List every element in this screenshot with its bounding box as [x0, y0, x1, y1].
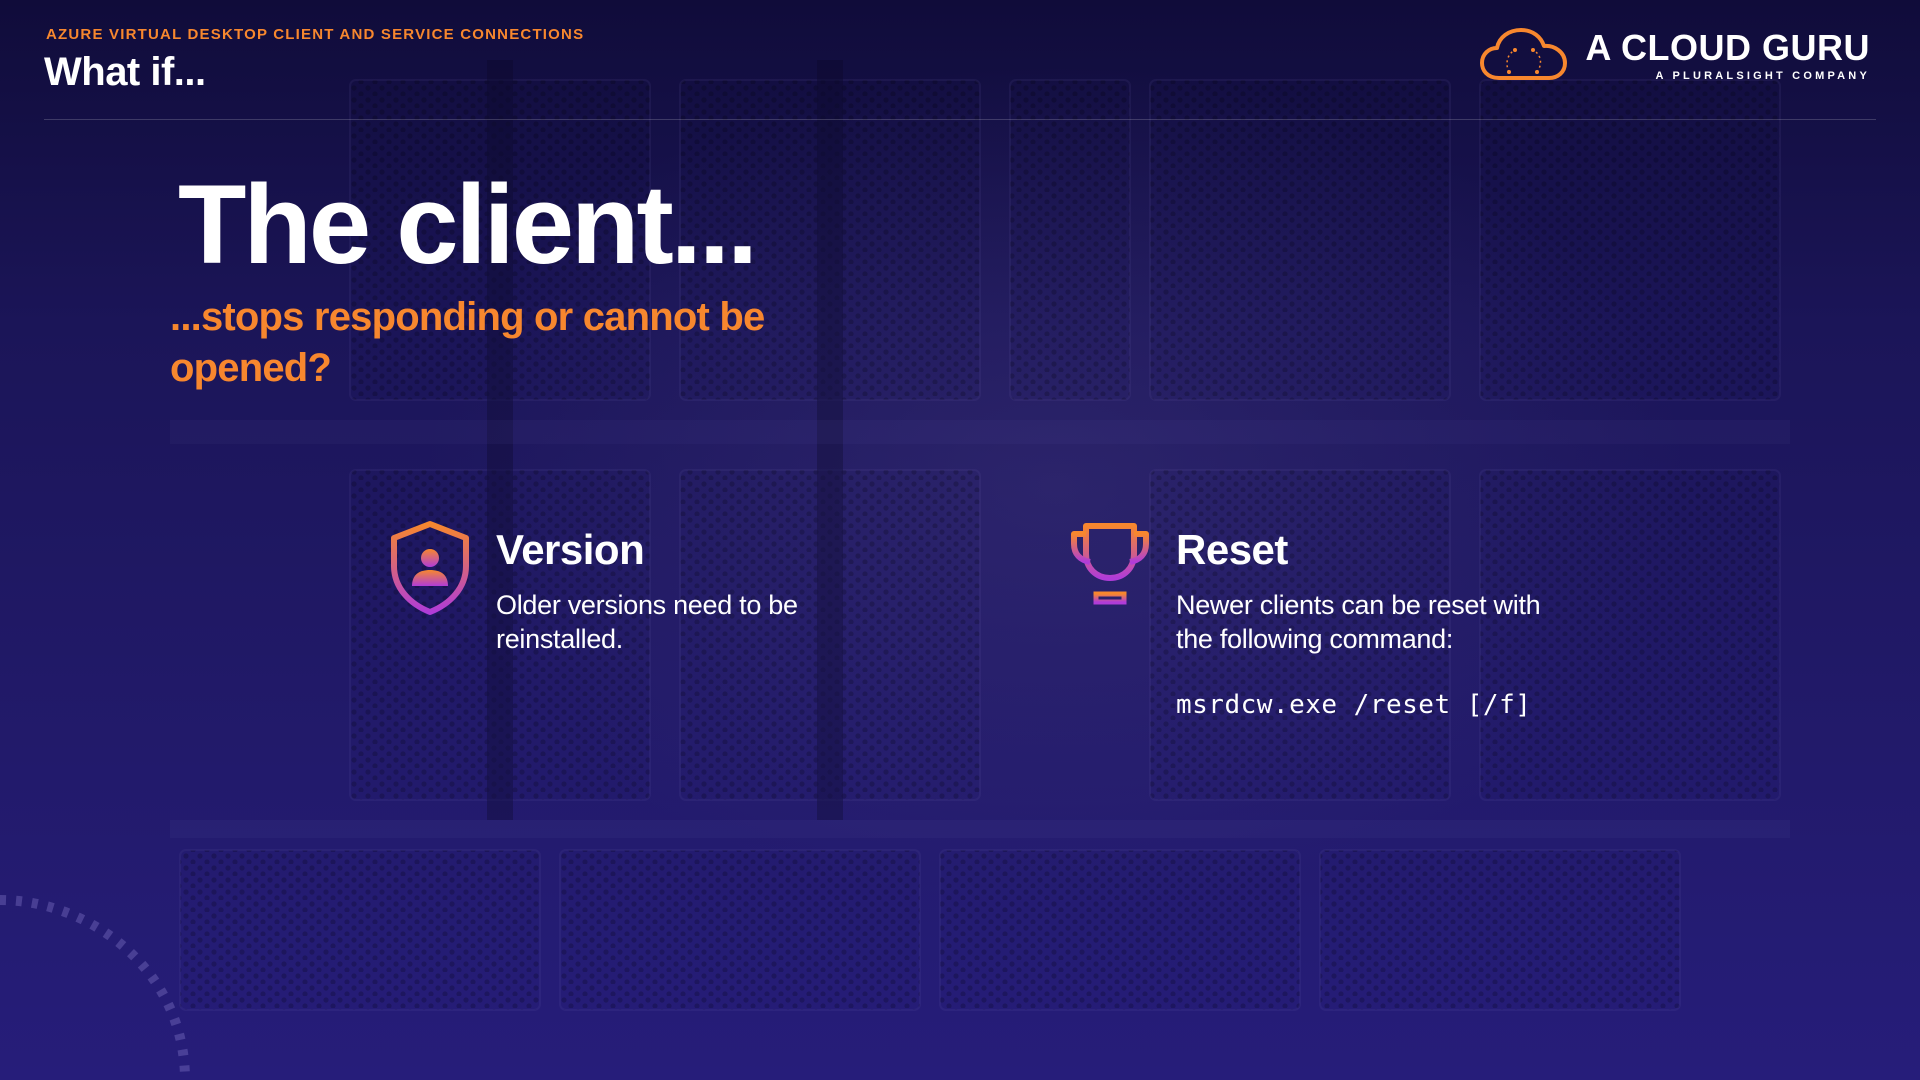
trophy-icon	[1071, 523, 1149, 609]
hero-subtitle: ...stops responding or cannot be opened?	[170, 295, 765, 390]
brand-logo: A CLOUD GURU A PLURALSIGHT COMPANY	[1479, 26, 1870, 84]
version-card-body: Version Older versions need to be reinst…	[496, 520, 896, 656]
cloud-icon	[1480, 28, 1568, 80]
hero-title: The client...	[178, 162, 758, 287]
course-eyebrow: AZURE VIRTUAL DESKTOP CLIENT AND SERVICE…	[46, 26, 585, 43]
reset-card-body: Reset Newer clients can be reset with th…	[1176, 520, 1576, 720]
reset-heading: Reset	[1176, 526, 1288, 573]
shield-user-icon	[391, 521, 469, 615]
slide: AZURE VIRTUAL DESKTOP CLIENT AND SERVICE…	[0, 0, 1920, 1080]
brand-text: A CLOUD GURU A PLURALSIGHT COMPANY	[1585, 27, 1870, 83]
reset-text: Newer clients can be reset with the foll…	[1176, 590, 1541, 654]
brand-name: A CLOUD GURU	[1585, 27, 1870, 68]
version-heading: Version	[496, 526, 645, 573]
version-text: Older versions need to be reinstalled.	[496, 590, 798, 654]
section-title: What if...	[44, 50, 206, 94]
brand-tagline: A PLURALSIGHT COMPANY	[1655, 70, 1870, 82]
version-card: Version Older versions need to be reinst…	[388, 520, 896, 656]
reset-command: msrdcw.exe /reset [/f]	[1176, 690, 1532, 720]
decorative-dotted-arc	[0, 895, 190, 1080]
header-divider	[44, 119, 1876, 120]
reset-card: Reset Newer clients can be reset with th…	[1068, 520, 1576, 720]
